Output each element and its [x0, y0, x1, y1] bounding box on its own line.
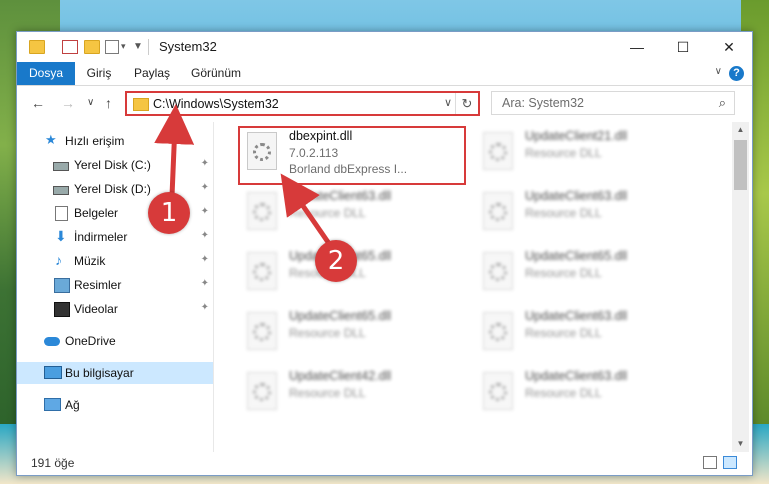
callout-1: 1	[148, 192, 190, 234]
callout-2: 2	[315, 240, 357, 282]
annotation-arrows	[154, 104, 333, 247]
